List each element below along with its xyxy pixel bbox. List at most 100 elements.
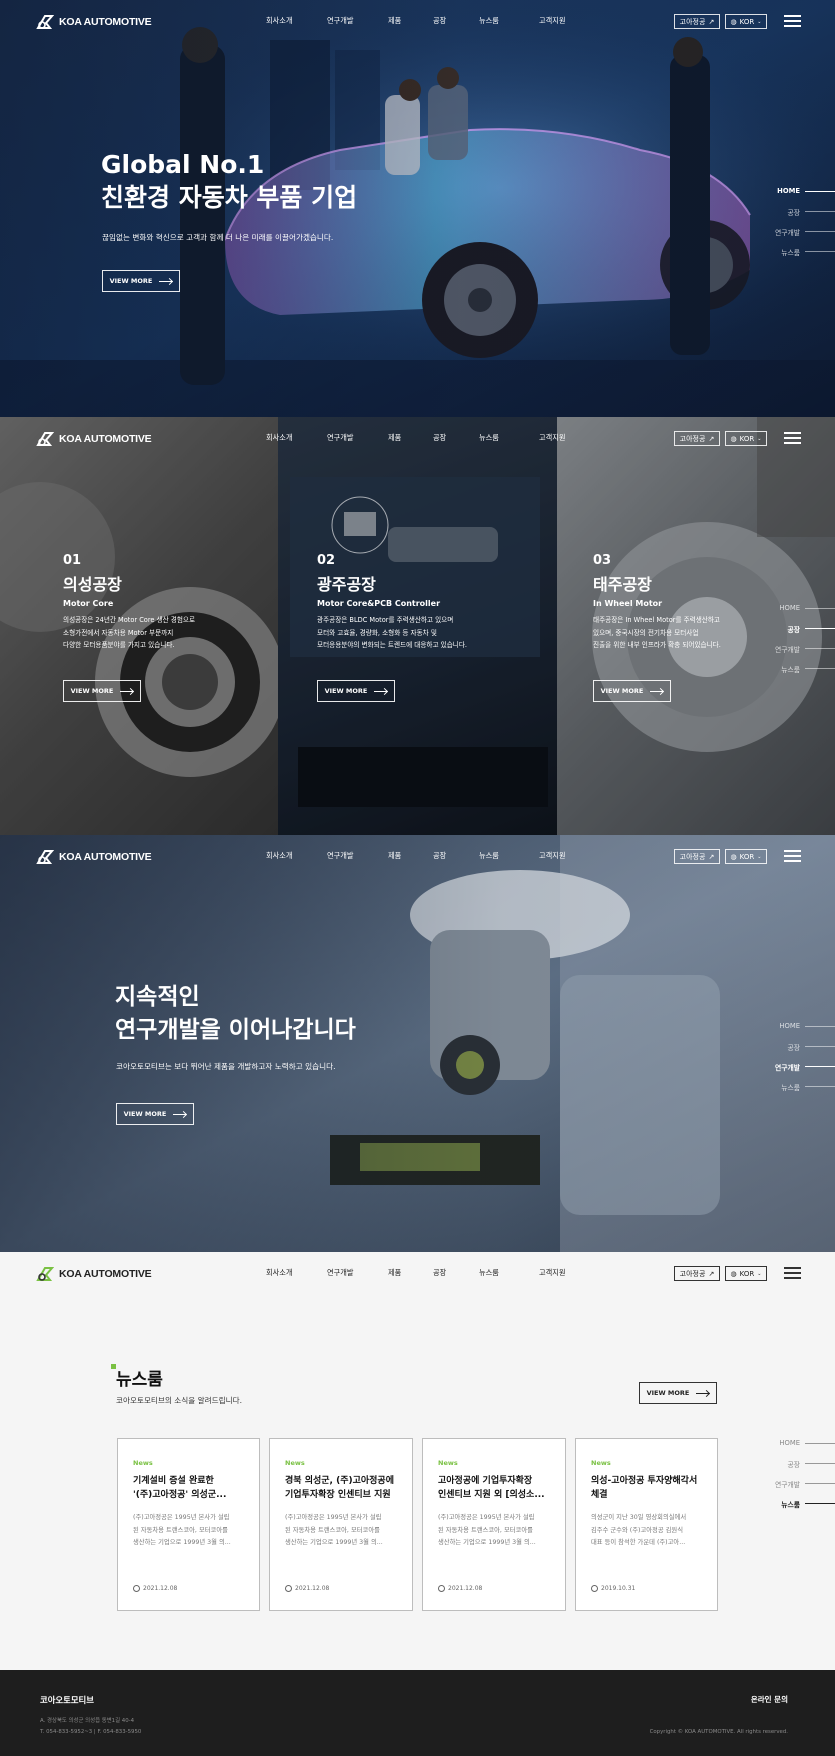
news-card-body-line: (주)고아정공은 1995년 본사가 설립 [133,1514,230,1521]
partner-site-label: 고아정공 [679,17,706,26]
nav-item-rnd[interactable]: 연구개발 [327,851,388,861]
sidenav-home[interactable]: HOME [765,604,835,624]
nav-item-factory[interactable]: 공장 [433,433,479,443]
main-nav: 회사소개 연구개발 제품 공장 뉴스룸 고객지원 [266,433,565,443]
factory-1-view-more-button[interactable]: VIEW MORE [63,680,141,702]
side-nav: HOME 공장 연구개발 뉴스룸 [765,1439,835,1519]
sidenav-factory[interactable]: 공장 [765,207,835,227]
news-card-date-text: 2021.12.08 [295,1585,330,1592]
factory-2-view-more-button[interactable]: VIEW MORE [317,680,395,702]
language-select[interactable]: ◍ KOR ⌄ [725,14,767,29]
sidenav-rnd[interactable]: 연구개발 [765,227,835,247]
globe-icon: ◍ [730,1269,737,1278]
sidenav-rnd[interactable]: 연구개발 [765,1479,835,1499]
sidenav-newsroom[interactable]: 뉴스룸 [765,1499,835,1519]
logo[interactable]: KOA AUTOMOTIVE [36,13,152,31]
sidenav-factory[interactable]: 공장 [765,1042,835,1062]
news-card[interactable]: News 경북 의성군, (주)고아정공에 기업투자확장 인센티브 지원 (주)… [269,1438,413,1611]
main-nav: 회사소개 연구개발 제품 공장 뉴스룸 고객지원 [266,16,565,26]
sidenav-newsroom[interactable]: 뉴스룸 [765,247,835,267]
language-select[interactable]: ◍ KOR ⌄ [725,431,767,446]
news-card-tag: News [133,1459,153,1467]
factory-description: 광주공장은 BLDC Motor를 주력생산하고 있으며 모터와 고효율, 경량… [317,614,547,652]
nav-item-factory[interactable]: 공장 [433,16,479,26]
news-card[interactable]: News 기계설비 증설 완료한 '(주)고아정공' 의성군... (주)고아정… [117,1438,260,1611]
nav-item-support[interactable]: 고객지원 [539,16,565,26]
language-select[interactable]: ◍ KOR ⌄ [725,1266,767,1281]
sidenav-home-label: HOME [777,187,800,195]
hamburger-menu-icon[interactable] [784,15,801,27]
nav-item-newsroom[interactable]: 뉴스룸 [479,433,539,443]
clock-icon [438,1585,445,1592]
nav-item-rnd[interactable]: 연구개발 [327,1268,388,1278]
logo-text: KOA AUTOMOTIVE [59,16,152,28]
sidenav-newsroom-label: 뉴스룸 [781,666,800,674]
nav-item-factory[interactable]: 공장 [433,851,479,861]
news-card[interactable]: News 의성-고아정공 투자양해각서 체결 의성군이 지난 30일 영상회의실… [575,1438,718,1611]
partner-site-button[interactable]: 고아정공 ↗ [674,14,720,29]
nav-item-products[interactable]: 제품 [388,851,433,861]
sidenav-rnd[interactable]: 연구개발 [765,1062,835,1082]
nav-item-rnd[interactable]: 연구개발 [327,433,388,443]
sidenav-factory[interactable]: 공장 [765,624,835,644]
globe-icon: ◍ [730,434,737,443]
sidenav-home[interactable]: HOME [765,1022,835,1042]
news-card-body-line: 생산하는 기업으로 1999년 3월 의... [438,1539,536,1546]
nav-item-products[interactable]: 제품 [388,16,433,26]
logo[interactable]: KOA AUTOMOTIVE [36,848,152,866]
arrow-right-icon [650,690,664,692]
nav-item-company[interactable]: 회사소개 [266,1268,327,1278]
nav-item-factory[interactable]: 공장 [433,1268,479,1278]
sidenav-home[interactable]: HOME [765,1439,835,1459]
news-card[interactable]: News 고아정공에 기업투자확장 인센티브 지원 외 [의성소... (주)고… [422,1438,566,1611]
hamburger-menu-icon[interactable] [784,1267,801,1279]
logo-text: KOA AUTOMOTIVE [59,433,152,445]
sidenav-rnd[interactable]: 연구개발 [765,644,835,664]
nav-item-company[interactable]: 회사소개 [266,16,327,26]
factory-3-view-more-button[interactable]: VIEW MORE [593,680,671,702]
hamburger-menu-icon[interactable] [784,432,801,444]
news-card-tag: News [285,1459,305,1467]
logo[interactable]: KOA AUTOMOTIVE [36,430,152,448]
nav-item-newsroom[interactable]: 뉴스룸 [479,851,539,861]
site-header: KOA AUTOMOTIVE 회사소개 연구개발 제품 공장 뉴스룸 고객지원 … [0,835,835,877]
nav-item-support[interactable]: 고객지원 [539,851,565,861]
sidenav-factory-label: 공장 [787,209,800,217]
nav-item-support[interactable]: 고객지원 [539,433,565,443]
sidenav-home-label: HOME [779,1439,800,1447]
partner-site-button[interactable]: 고아정공 ↗ [674,849,720,864]
online-inquiry-link[interactable]: 온라인 문의 [751,1694,788,1705]
sidenav-newsroom[interactable]: 뉴스룸 [765,1082,835,1102]
logo-mark-icon [36,1267,54,1281]
hero-view-more-button[interactable]: VIEW MORE [102,270,180,292]
sidenav-newsroom[interactable]: 뉴스룸 [765,664,835,684]
nav-item-company[interactable]: 회사소개 [266,433,327,443]
sidenav-factory[interactable]: 공장 [765,1459,835,1479]
news-card-title-line: '(주)고아정공' 의성군... [133,1489,227,1500]
factory-name: 의성공장 [63,575,122,594]
hamburger-menu-icon[interactable] [784,850,801,862]
nav-item-support[interactable]: 고객지원 [539,1268,565,1278]
nav-item-newsroom[interactable]: 뉴스룸 [479,16,539,26]
factory-name: 태주공장 [593,575,652,594]
nav-item-products[interactable]: 제품 [388,433,433,443]
news-view-more-button[interactable]: VIEW MORE [639,1382,717,1404]
partner-site-button[interactable]: 고아정공 ↗ [674,431,720,446]
sidenav-home[interactable]: HOME [765,187,835,207]
news-card-title: 의성-고아정공 투자양해각서 체결 [591,1475,702,1502]
logo[interactable]: KOA AUTOMOTIVE [36,1265,152,1283]
site-header: KOA AUTOMOTIVE 회사소개 연구개발 제품 공장 뉴스룸 고객지원 … [0,417,835,459]
nav-item-newsroom[interactable]: 뉴스룸 [479,1268,539,1278]
side-nav: HOME 공장 연구개발 뉴스룸 [765,1022,835,1102]
language-select[interactable]: ◍ KOR ⌄ [725,849,767,864]
partner-site-button[interactable]: 고아정공 ↗ [674,1266,720,1281]
nav-item-rnd[interactable]: 연구개발 [327,16,388,26]
nav-item-company[interactable]: 회사소개 [266,851,327,861]
nav-item-products[interactable]: 제품 [388,1268,433,1278]
rnd-view-more-button[interactable]: VIEW MORE [116,1103,194,1125]
language-label: KOR [739,17,755,26]
news-card-date-text: 2021.12.08 [448,1585,483,1592]
news-title: 뉴스룸 [116,1370,163,1390]
sidenav-rnd-label: 연구개발 [774,1064,800,1072]
rnd-title-line1: 지속적인 [115,984,200,1010]
